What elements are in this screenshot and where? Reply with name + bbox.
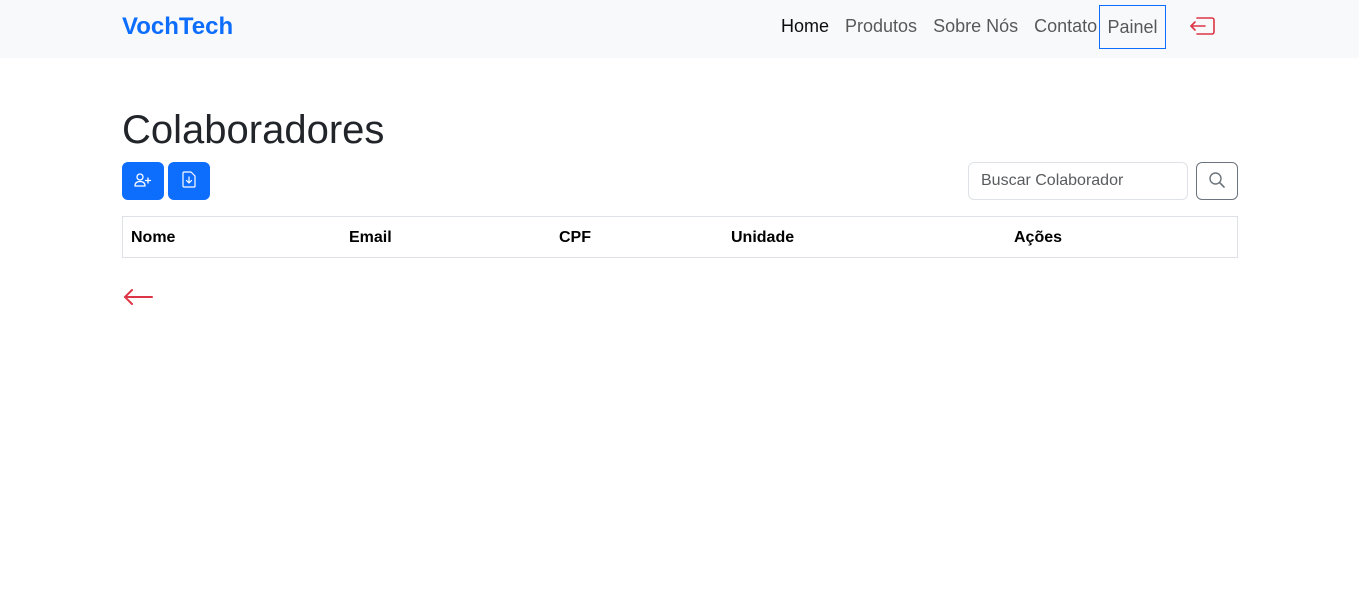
page-title: Colaboradores xyxy=(122,108,385,152)
search-icon xyxy=(1208,171,1226,192)
column-header-cpf: CPF xyxy=(559,229,591,246)
column-header-nome: Nome xyxy=(131,229,176,246)
export-button[interactable] xyxy=(168,162,210,200)
nav-link-produtos[interactable]: Produtos xyxy=(845,14,917,38)
painel-button[interactable]: Painel xyxy=(1099,5,1166,49)
navbar: VochTech Home Produtos Sobre Nós Contato… xyxy=(0,0,1359,58)
logout-icon[interactable] xyxy=(1188,14,1216,38)
brand-logo[interactable]: VochTech xyxy=(122,12,233,42)
person-plus-icon xyxy=(134,172,152,191)
nav-link-contato[interactable]: Contato xyxy=(1034,14,1097,38)
add-collaborator-button[interactable] xyxy=(122,162,164,200)
arrow-left-icon[interactable] xyxy=(122,286,154,308)
file-download-icon xyxy=(182,171,196,191)
column-header-email: Email xyxy=(349,229,392,246)
column-header-acoes: Ações xyxy=(1014,229,1063,246)
column-header-unidade: Unidade xyxy=(731,229,795,246)
nav-links: Home Produtos Sobre Nós Contato xyxy=(781,14,1113,38)
collaborators-table: Nome Email CPF Unidade Ações xyxy=(122,216,1238,258)
nav-link-sobre-nos[interactable]: Sobre Nós xyxy=(933,14,1018,38)
search-button[interactable] xyxy=(1196,162,1238,200)
search-input[interactable] xyxy=(968,162,1188,200)
nav-link-home[interactable]: Home xyxy=(781,14,829,38)
